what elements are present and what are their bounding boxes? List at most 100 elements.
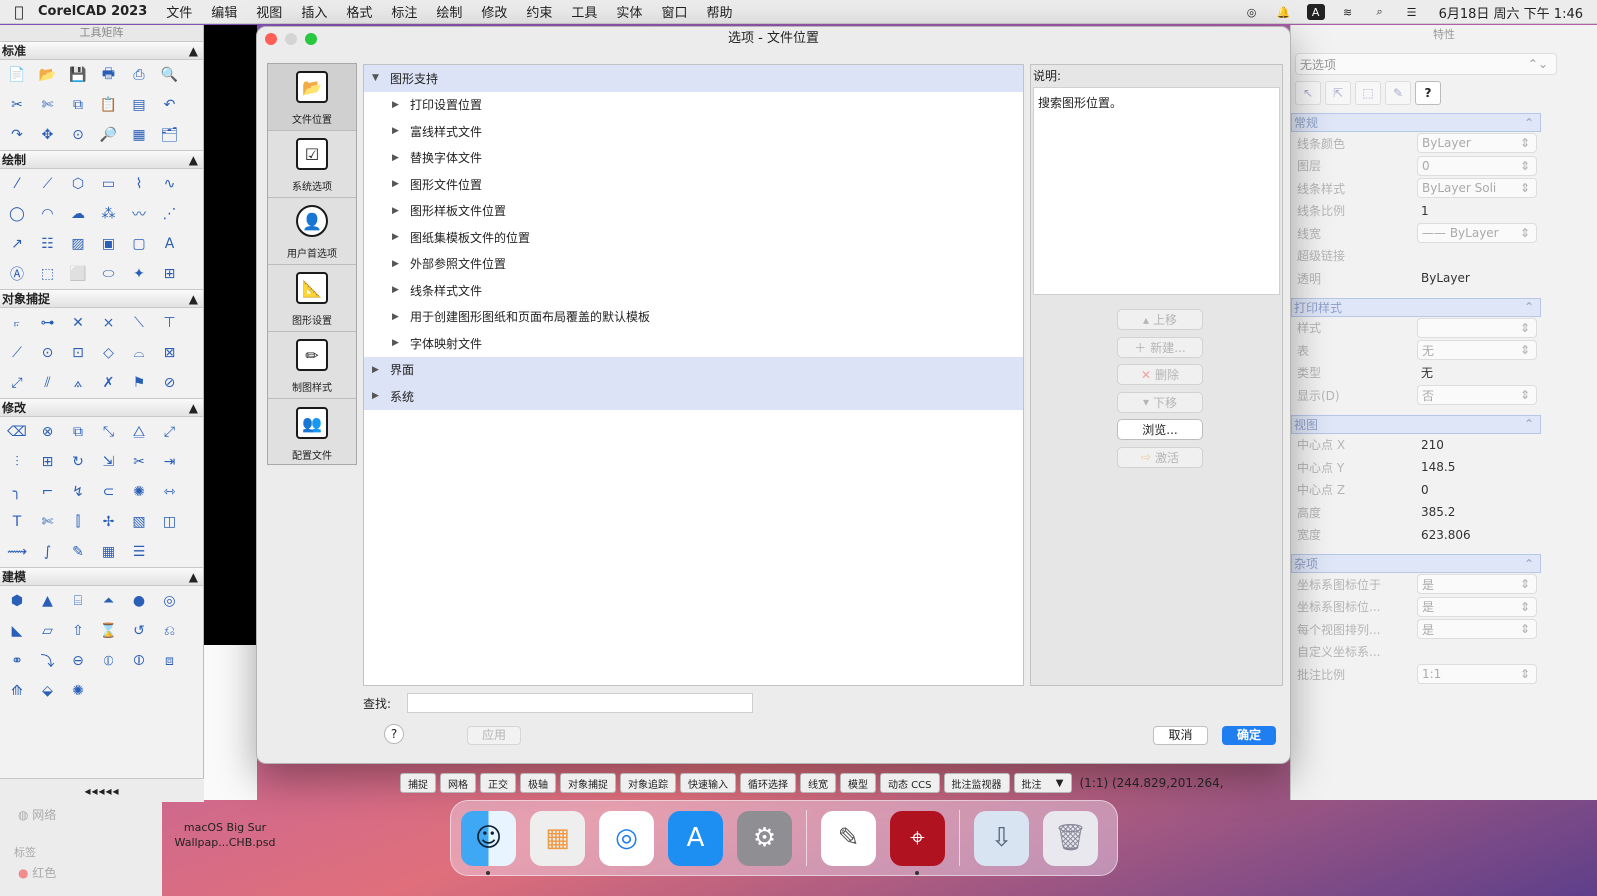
expand-arrow-icon[interactable]: ▼ [372,73,386,83]
menu-modify[interactable]: 修改 [481,2,507,21]
menu-format[interactable]: 格式 [346,2,372,21]
text-icon[interactable]: A [158,233,182,255]
hatch-icon[interactable]: ▨ [66,233,90,255]
tree-node[interactable]: ▶ 替换字体文件 [364,145,1023,172]
downloads-icon[interactable]: ⇩ [974,810,1029,866]
search-input[interactable] [407,693,753,713]
edit-text-icon[interactable]: T [5,511,29,533]
close-window-button[interactable] [265,33,277,45]
move-down-button[interactable]: ▾ 下移 [1117,391,1203,413]
tree-node-interface[interactable]: ▶ 界面 [364,356,1023,383]
snap-intersection-icon[interactable]: ✕ [66,312,90,334]
block-icon[interactable]: ▢ [127,233,151,255]
category-user-preferences[interactable]: 👤 用户首选项 [268,198,356,265]
tree-node[interactable]: ▶ 用于创建图形图纸和页面布局覆盖的默认模板 [364,304,1023,331]
section-header-object-snap[interactable]: 对象捕捉 ▲ [0,289,203,308]
prop-dropdown[interactable]: 是 ⇕ [1417,619,1537,640]
snap-endpoint-icon[interactable]: ⟔ [5,312,29,334]
quick-select-icon[interactable]: ⇱ [1325,81,1351,105]
corelcad-icon[interactable]: ⌖ [890,810,945,875]
snap-perpendicular-icon[interactable]: ⊤ [158,312,182,334]
snap-clear-icon[interactable]: ✗ [97,372,121,394]
snap-center-icon[interactable]: ⊙ [36,342,60,364]
apple-icon[interactable]:  [0,3,38,21]
group-header-general[interactable]: 常规 ⌃ [1291,113,1541,132]
polysolid-icon[interactable]: ⟰ [5,680,29,702]
menu-file[interactable]: 文件 [166,2,192,21]
sweep-icon[interactable]: ⎌ [158,620,182,642]
textedit-icon[interactable]: ✎ [821,810,876,866]
prop-dropdown[interactable]: 无 ⇕ [1417,340,1537,361]
section-plane-icon[interactable]: ⧈ [158,650,182,672]
collapse-arrow-icon[interactable]: ▶ [392,179,406,189]
input-method-icon[interactable]: A [1306,4,1325,20]
notification-icon[interactable]: 🔔 [1275,4,1293,20]
solid-edit-icon[interactable]: ⬙ [36,680,60,702]
section-header-modeling[interactable]: 建模 ▲ [0,567,203,586]
edit-block-icon[interactable]: ✎ [66,541,90,563]
system-preferences-icon[interactable]: ⚙ [737,810,792,866]
collapse-arrow-icon[interactable]: ▶ [392,232,406,242]
lengthen-icon[interactable]: ⇿ [158,481,182,503]
snap-parallel-icon[interactable]: ⫽ [36,372,60,394]
paste-icon[interactable]: 📋 [97,94,121,116]
print-preview-icon[interactable]: ⎙ [127,64,151,86]
menu-dimension[interactable]: 标注 [391,2,417,21]
arc-icon[interactable]: ◠ [36,203,60,225]
polyline-icon[interactable]: ⌇ [127,173,151,195]
prop-dropdown[interactable]: 否 ⇕ [1417,385,1537,406]
cancel-button[interactable]: 取消 [1153,726,1208,745]
snap-settings-icon[interactable]: ⊠ [158,342,182,364]
donut-icon[interactable]: ✦ [127,263,151,285]
menu-bar-clock[interactable]: 6月18日 周六 下午 1:46 [1439,3,1583,22]
prop-dropdown[interactable]: 是 ⇕ [1417,596,1537,617]
print-icon[interactable]: 🖶 [97,64,121,86]
infinite-line-icon[interactable]: ⟋ [36,173,60,195]
group-header-misc[interactable]: 杂项 ⌃ [1291,554,1541,573]
new-path-button[interactable]: ＋新建... [1117,336,1203,358]
screenshot-icon[interactable]: ◎ [1243,4,1261,20]
edit-spline-icon[interactable]: ∫ [36,541,60,563]
freehand-icon[interactable]: 〰 [127,203,151,225]
snap-none-icon[interactable]: ⊘ [158,372,182,394]
collapse-arrow-icon[interactable]: ▲ [189,44,198,58]
mirror-icon[interactable]: ⧋ [127,421,151,443]
preview-icon[interactable]: 🔍 [158,64,182,86]
intersect-icon[interactable]: ⦶ [97,650,121,672]
lineweight-toggle[interactable]: 线宽 [800,773,836,793]
boundary-icon[interactable]: ⬜ [66,263,90,285]
minimize-window-button[interactable] [285,33,297,45]
match-properties-icon[interactable]: ▤ [127,94,151,116]
offset-icon[interactable]: ⫶ [5,451,29,473]
group-header-view[interactable]: 视图 ⌃ [1291,414,1541,434]
edit-hatch-icon[interactable]: ▧ [127,511,151,533]
menu-solids[interactable]: 实体 [616,2,642,21]
design-resources-icon[interactable]: 🗂 [158,124,182,146]
line-icon[interactable]: ⁄ [5,173,29,195]
ellipse-icon[interactable]: ⬭ [97,263,121,285]
menu-tools[interactable]: 工具 [571,2,597,21]
collapse-arrow-icon[interactable]: ▲ [189,153,198,167]
tree-node-system[interactable]: ▶ 系统 [364,383,1023,410]
break-icon[interactable]: ↯ [66,481,90,503]
wedge-icon[interactable]: ◣ [5,620,29,642]
menu-edit[interactable]: 编辑 [211,2,237,21]
toggle-pickadd-icon[interactable]: ⬚ [1355,81,1381,105]
collapse-arrow-icon[interactable]: ▶ [392,100,406,110]
filter-icon[interactable]: ✎ [1385,81,1411,105]
tree-node[interactable]: ▶ 富线样式文件 [364,118,1023,145]
move-up-button[interactable]: ▴ 上移 [1117,309,1203,330]
prop-dropdown[interactable]: ⇕ [1417,317,1537,338]
wifi-icon[interactable]: ≋ [1339,4,1357,20]
snap-tracking-icon[interactable]: ⚑ [127,372,151,394]
section-header-modify[interactable]: 修改 ▲ [0,398,203,417]
collapse-arrow-icon[interactable]: ▶ [392,126,406,136]
insert-block-icon[interactable]: ⊞ [158,263,182,285]
snap-quadrant-icon[interactable]: ◇ [97,342,121,364]
torus-icon[interactable]: ◎ [158,590,182,612]
edit-attributes-icon[interactable]: ☰ [127,541,151,563]
undo-icon[interactable]: ↶ [158,94,182,116]
sweep-path-icon[interactable]: ⤵ [36,650,60,672]
snap-from-icon[interactable]: ⤢ [5,372,29,394]
finder-file-item[interactable]: macOS Big Sur Wallpap...CHB.psd [165,820,285,850]
